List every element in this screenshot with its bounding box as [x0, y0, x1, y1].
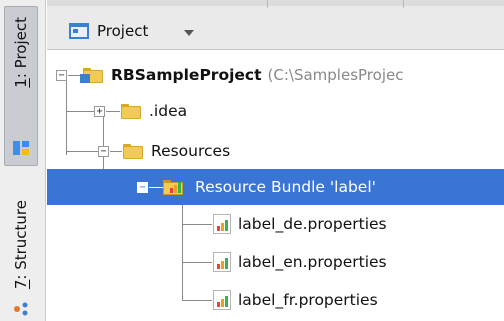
view-selector-dropdown[interactable]: Project [69, 19, 195, 43]
resource-bundle-icon [163, 179, 187, 195]
properties-file-icon [213, 252, 231, 272]
expand-toggle-icon[interactable]: + [94, 106, 105, 117]
tree-item-label: label_fr.properties [238, 291, 378, 309]
tree-item-label: .idea [149, 102, 188, 120]
root-project-path: (C:\SamplesProjec [267, 66, 404, 84]
tree-item-label: Resources [151, 142, 231, 160]
project-tab-text: : Project [12, 17, 30, 79]
view-selector-label: Project [97, 22, 149, 40]
tree-row-root[interactable]: − RBSampleProject (C:\SamplesProjec [47, 57, 504, 93]
tree-row-label-de[interactable]: label_de.properties [47, 206, 504, 242]
root-project-label: RBSampleProject [111, 66, 262, 84]
structure-tab-text: : Structure [12, 200, 30, 280]
tree-item-label: label_en.properties [238, 253, 387, 271]
structure-tab-label: 7: Structure [12, 200, 30, 289]
tree-row-label-fr[interactable]: label_fr.properties [47, 282, 504, 318]
project-tab-number: 1 [12, 78, 30, 88]
chevron-down-icon [184, 29, 195, 36]
tree-row-resource-bundle[interactable]: − Resource Bundle 'label' [47, 169, 504, 205]
project-tree: − RBSampleProject (C:\SamplesProjec + .i… [47, 51, 504, 321]
module-folder-icon [80, 67, 103, 83]
tool-window-strip: 1: Project 7: Structure [0, 0, 46, 321]
structure-tab-number: 7 [12, 279, 30, 290]
collapse-toggle-icon[interactable]: − [137, 182, 148, 193]
tree-row-resources[interactable]: − Resources [47, 133, 504, 169]
project-view-header: Project [47, 0, 504, 50]
project-view-icon [69, 23, 89, 39]
folder-icon [121, 103, 141, 119]
collapse-toggle-icon[interactable]: − [56, 70, 67, 81]
structure-tool-icon [14, 302, 28, 316]
project-tab-label: 1: Project [12, 17, 30, 88]
project-tool-tab[interactable]: 1: Project [4, 6, 38, 166]
tree-item-label: Resource Bundle 'label' [195, 178, 376, 196]
tree-item-label: label_de.properties [238, 215, 387, 233]
properties-file-icon [213, 290, 231, 310]
tree-row-idea[interactable]: + .idea [47, 93, 504, 129]
collapse-toggle-icon[interactable]: − [98, 146, 109, 157]
tree-row-label-en[interactable]: label_en.properties [47, 244, 504, 280]
project-tool-icon [12, 139, 30, 157]
properties-file-icon [213, 214, 231, 234]
folder-icon [123, 143, 143, 159]
